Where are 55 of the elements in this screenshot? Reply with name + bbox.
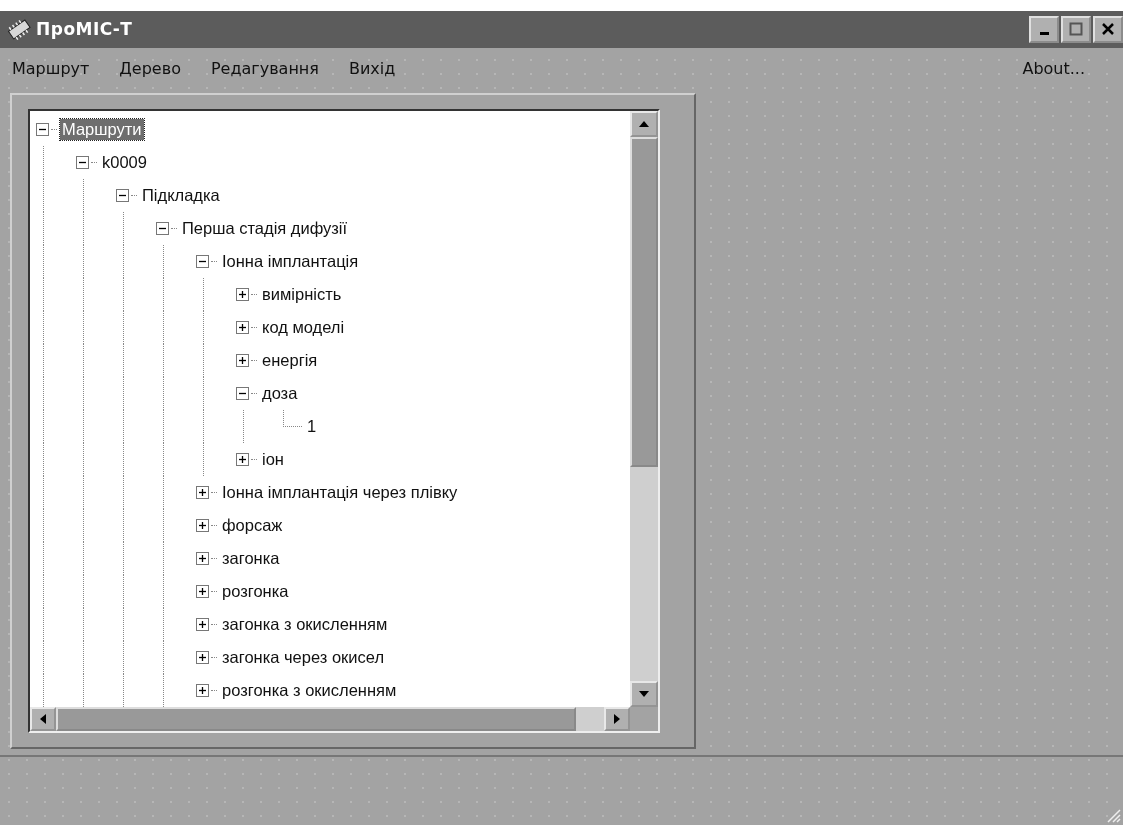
expand-icon[interactable]: [196, 618, 209, 632]
resize-grip-icon: [1105, 807, 1121, 823]
expand-icon[interactable]: [196, 519, 209, 533]
right-arrow-icon: [614, 714, 620, 725]
window-title: ПроМІС-Т: [36, 19, 133, 40]
horizontal-scrollbar[interactable]: [30, 707, 630, 732]
collapse-icon[interactable]: [156, 222, 169, 236]
tree-item[interactable]: загонка з окисленням: [220, 614, 390, 636]
expand-icon[interactable]: [236, 453, 249, 467]
up-arrow-icon: [639, 121, 649, 128]
menu-item[interactable]: About...: [1022, 59, 1085, 79]
tree-item[interactable]: 1: [305, 416, 319, 438]
scrollbar-corner: [630, 707, 658, 732]
tree-item[interactable]: енергія: [260, 350, 320, 372]
collapse-icon[interactable]: [236, 387, 249, 401]
tree-item[interactable]: іон: [260, 449, 286, 471]
collapse-icon[interactable]: [76, 156, 89, 170]
vertical-scrollbar[interactable]: [630, 111, 658, 708]
tree-item[interactable]: k0009: [100, 152, 149, 174]
maximize-icon: [1069, 22, 1083, 37]
tree-item[interactable]: Підкладка: [140, 185, 222, 207]
left-arrow-icon: [40, 714, 46, 725]
down-arrow-icon: [639, 691, 649, 698]
menu-item[interactable]: Вихід: [348, 59, 396, 79]
maximize-button[interactable]: [1061, 15, 1091, 43]
menu-item[interactable]: Редагування: [210, 59, 319, 79]
expand-icon[interactable]: [196, 486, 209, 500]
tree-item[interactable]: код моделі: [260, 317, 347, 339]
tree-item[interactable]: вимірність: [260, 284, 344, 306]
tree-item[interactable]: доза: [260, 383, 300, 405]
close-icon: [1101, 22, 1115, 37]
tree-item[interactable]: форсаж: [220, 515, 285, 537]
expand-icon[interactable]: [196, 585, 209, 599]
tree-item[interactable]: Іонна імплантація: [220, 251, 361, 273]
tree-item[interactable]: загонка через окисел: [220, 647, 387, 669]
menu-item[interactable]: Дерево: [119, 59, 181, 79]
close-button[interactable]: [1093, 15, 1123, 43]
expand-icon[interactable]: [236, 288, 249, 302]
expand-icon[interactable]: [236, 321, 249, 335]
tree-item[interactable]: Перша стадія дифузії: [180, 218, 350, 240]
expand-icon[interactable]: [196, 651, 209, 665]
tree-item[interactable]: Іонна імплантація через плівку: [220, 482, 460, 504]
minimize-button[interactable]: [1029, 15, 1059, 43]
tree-item[interactable]: загонка: [220, 548, 282, 570]
tree-item[interactable]: Маршрути: [60, 119, 144, 141]
expand-icon[interactable]: [196, 552, 209, 566]
expand-icon[interactable]: [236, 354, 249, 368]
menu-item[interactable]: Маршрут: [12, 59, 90, 79]
collapse-icon[interactable]: [116, 189, 129, 203]
tree-item[interactable]: розгонка з окисленням: [220, 680, 399, 702]
expand-icon[interactable]: [196, 684, 209, 698]
collapse-icon[interactable]: [196, 255, 209, 269]
tree-item[interactable]: розгонка: [220, 581, 291, 603]
minimize-icon: [1039, 32, 1049, 36]
collapse-icon[interactable]: [36, 123, 49, 137]
